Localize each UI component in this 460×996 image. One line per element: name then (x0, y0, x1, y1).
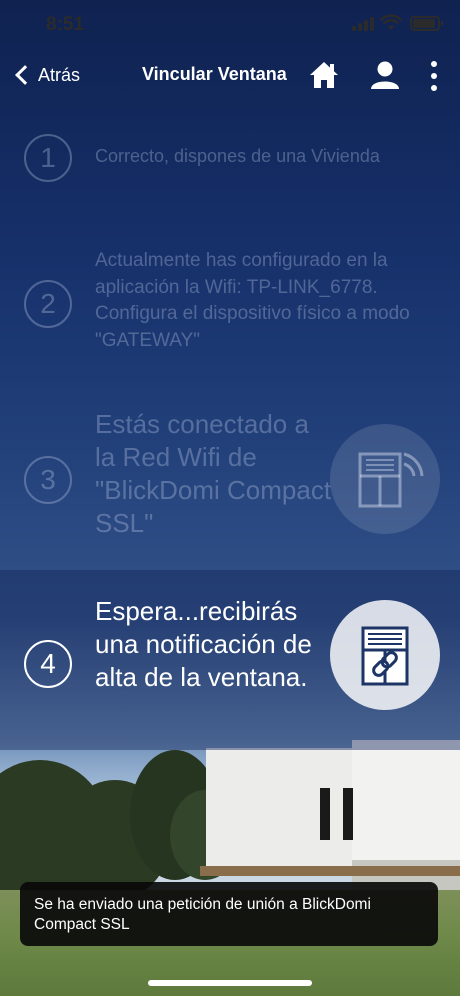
step-2: 2 Actualmente has configurado en la apli… (0, 248, 460, 356)
signal-icon (352, 17, 374, 31)
step-number: 2 (24, 280, 72, 328)
status-bar: 8:51 (0, 0, 460, 50)
home-icon[interactable] (307, 58, 341, 92)
back-label: Atrás (38, 64, 81, 85)
step-3: 3 Estás conectado a la Red Wifi de "Blic… (0, 408, 460, 552)
page-title: Vincular Ventana (142, 64, 287, 84)
step-number: 1 (24, 134, 72, 182)
step-number: 4 (24, 640, 72, 688)
battery-icon (410, 16, 443, 31)
step-text: Correcto, dispones de una Vivienda (95, 146, 380, 166)
house-front (206, 748, 366, 868)
nav-bar: Atrás Vincular Ventana (0, 50, 460, 100)
status-time: 8:51 (46, 14, 85, 35)
wifi-icon (380, 14, 402, 30)
background-photo (0, 740, 460, 996)
step-text: Estás conectado a la Red Wifi de "BlickD… (95, 409, 332, 538)
step-number: 3 (24, 456, 72, 504)
home-indicator[interactable] (148, 980, 312, 986)
more-vertical-icon[interactable] (420, 60, 448, 92)
house-window (343, 788, 353, 840)
user-icon[interactable] (368, 58, 402, 92)
window-wifi-icon (330, 424, 440, 534)
back-button[interactable]: Atrás (12, 60, 80, 90)
chevron-left-icon (15, 65, 35, 85)
deck (200, 866, 460, 876)
battery-level (413, 19, 435, 28)
step-4: 4 Espera...recibirás una notificación de… (0, 570, 460, 750)
toast-message: Se ha enviado una petición de unión a Bl… (20, 882, 438, 946)
house-window (320, 788, 330, 840)
step-text: Actualmente has configurado en la aplica… (95, 250, 410, 351)
window-link-icon (330, 600, 440, 710)
house-wall (352, 740, 460, 860)
step-1: 1 Correcto, dispones de una Vivienda (0, 134, 460, 182)
step-text: Espera...recibirás una notificación de a… (95, 596, 312, 692)
